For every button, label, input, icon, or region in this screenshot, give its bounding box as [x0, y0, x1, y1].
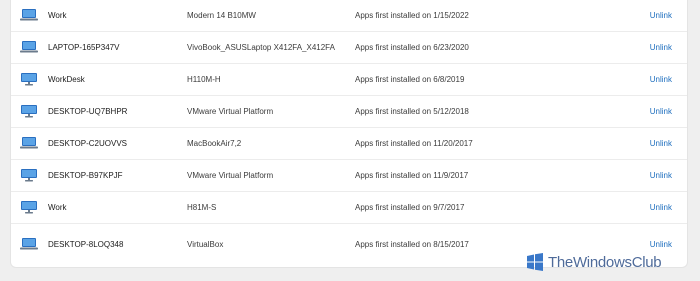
device-model: H81M-S: [187, 203, 217, 212]
laptop-icon: [20, 238, 38, 250]
laptop-icon: [20, 9, 38, 21]
device-name: WorkDesk: [48, 75, 85, 84]
unlink-link[interactable]: Unlink: [650, 75, 672, 84]
desktop-icon: [21, 169, 37, 182]
unlink-link[interactable]: Unlink: [650, 43, 672, 52]
unlink-link[interactable]: Unlink: [650, 240, 672, 249]
device-row: DESKTOP-UQ7BHPR VMware Virtual Platform …: [11, 96, 687, 128]
apps-installed-date: Apps first installed on 1/15/2022: [355, 11, 469, 20]
apps-installed-date: Apps first installed on 11/9/2017: [355, 171, 469, 180]
apps-installed-date: Apps first installed on 6/8/2019: [355, 75, 465, 84]
device-name: DESKTOP-B97KPJF: [48, 171, 123, 180]
device-model: VirtualBox: [187, 239, 224, 249]
desktop-icon: [21, 201, 37, 214]
unlink-link[interactable]: Unlink: [650, 11, 672, 20]
device-model: MacBookAir7,2: [187, 139, 242, 148]
unlink-link[interactable]: Unlink: [650, 107, 672, 116]
device-name: Work: [48, 203, 67, 212]
device-model: H110M-H: [187, 75, 221, 84]
apps-installed-date: Apps first installed on 9/7/2017: [355, 203, 465, 212]
apps-installed-date: Apps first installed on 6/23/2020: [355, 43, 469, 52]
unlink-link[interactable]: Unlink: [650, 139, 672, 148]
device-model: Modern 14 B10MW: [187, 11, 256, 20]
device-name: DESKTOP-UQ7BHPR: [48, 107, 128, 116]
device-model: VivoBook_ASUSLaptop X412FA_X412FA: [187, 43, 335, 52]
linked-devices-list: Work Modern 14 B10MW Apps first installe…: [10, 0, 688, 268]
windows-club-logo-icon: [527, 253, 543, 271]
watermark-text: TheWindowsClub: [548, 253, 662, 271]
device-row: LAPTOP-165P347V VivoBook_ASUSLaptop X412…: [11, 32, 687, 64]
device-row: WorkDesk H110M-H Apps first installed on…: [11, 64, 687, 96]
device-row: Work Modern 14 B10MW Apps first installe…: [11, 0, 687, 32]
laptop-icon: [20, 137, 38, 149]
watermark: TheWindowsClub: [525, 251, 662, 273]
unlink-link[interactable]: Unlink: [650, 203, 672, 212]
desktop-icon: [21, 105, 37, 118]
device-row: Work H81M-S Apps first installed on 9/7/…: [11, 192, 687, 224]
desktop-icon: [21, 73, 37, 86]
device-row: DESKTOP-B97KPJF VMware Virtual Platform …: [11, 160, 687, 192]
device-name: LAPTOP-165P347V: [48, 43, 120, 52]
device-model: VMware Virtual Platform: [187, 107, 274, 116]
laptop-icon: [20, 41, 38, 53]
device-name: DESKTOP-8LOQ348: [48, 239, 124, 249]
apps-installed-date: Apps first installed on 8/15/2017: [355, 239, 469, 249]
apps-installed-date: Apps first installed on 11/20/2017: [355, 139, 473, 148]
unlink-link[interactable]: Unlink: [650, 171, 672, 180]
device-row: DESKTOP-C2UOVVS MacBookAir7,2 Apps first…: [11, 128, 687, 160]
device-name: Work: [48, 11, 67, 20]
apps-installed-date: Apps first installed on 5/12/2018: [355, 107, 469, 116]
device-model: VMware Virtual Platform: [187, 171, 274, 180]
device-name: DESKTOP-C2UOVVS: [48, 139, 127, 148]
